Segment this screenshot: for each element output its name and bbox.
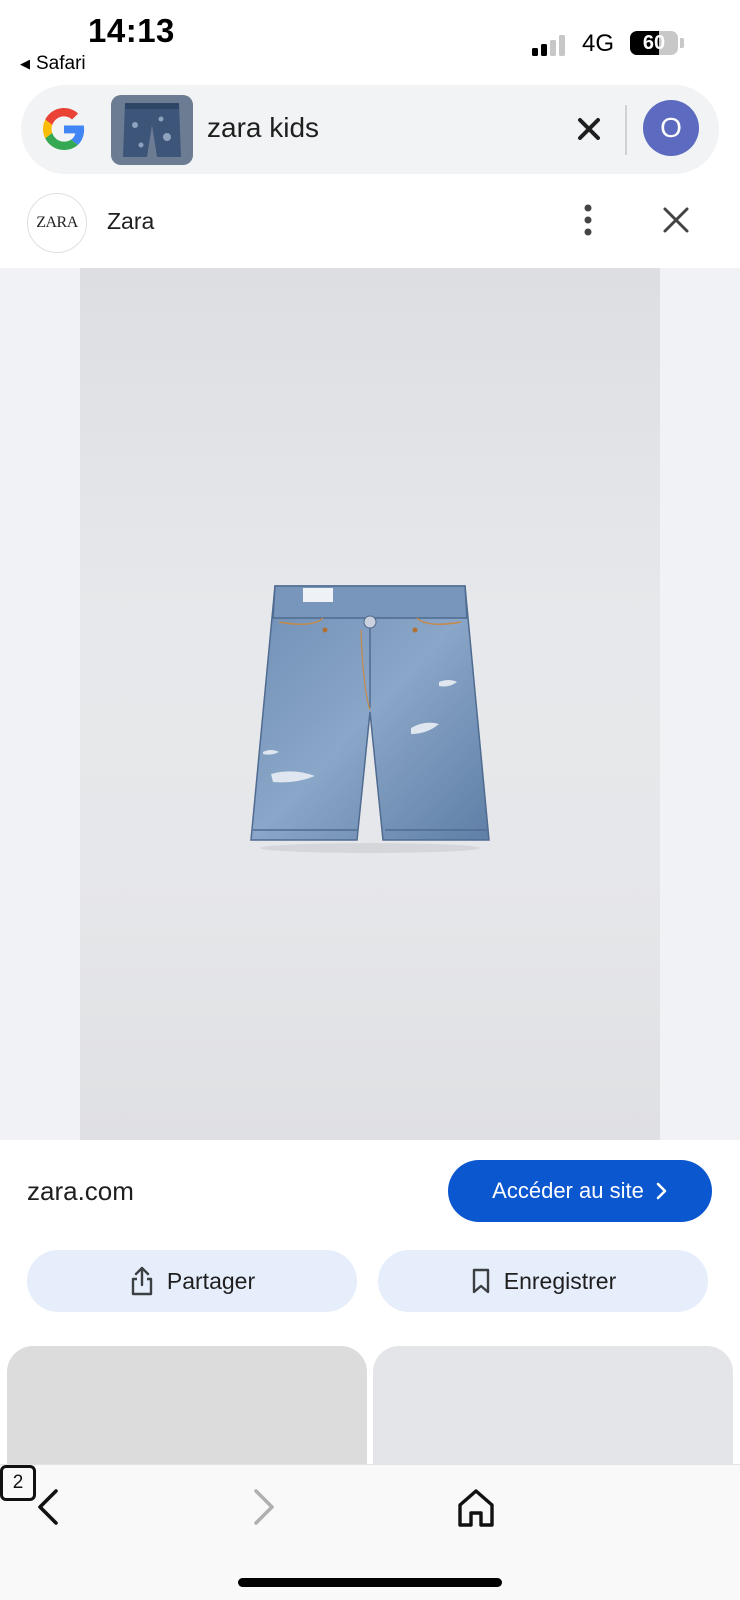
bookmark-icon xyxy=(472,1268,489,1294)
google-logo-icon[interactable] xyxy=(43,108,85,150)
back-to-app-link[interactable]: ◀ Safari xyxy=(20,53,86,75)
result-domain[interactable]: zara.com xyxy=(27,1176,134,1207)
back-triangle-icon: ◀ xyxy=(20,56,30,71)
clear-search-icon[interactable] xyxy=(571,111,607,147)
status-time: 14:13 xyxy=(88,12,175,49)
visit-site-label: Accéder au site xyxy=(492,1178,644,1203)
forward-icon[interactable] xyxy=(238,1483,286,1531)
share-label: Partager xyxy=(166,1267,256,1294)
home-indicator xyxy=(238,1578,502,1587)
related-result-thumbnail[interactable] xyxy=(373,1346,733,1472)
denim-shorts-image xyxy=(250,585,490,853)
search-query-text[interactable]: zara kids xyxy=(207,112,319,144)
search-image-thumbnail[interactable] xyxy=(111,95,193,165)
visit-site-button[interactable]: Accéder au site xyxy=(448,1160,712,1222)
more-options-icon[interactable] xyxy=(578,202,598,238)
battery-tip xyxy=(680,38,684,48)
shorts-thumbnail-image xyxy=(123,103,181,157)
back-icon[interactable] xyxy=(26,1483,74,1531)
battery-percent: 60 xyxy=(642,32,666,54)
chevron-right-icon xyxy=(656,1182,667,1200)
battery-icon: 60 xyxy=(630,31,678,55)
close-icon[interactable] xyxy=(658,202,694,238)
source-header: ZARA Zara xyxy=(0,188,740,268)
save-label: Enregistrer xyxy=(503,1267,617,1294)
related-result-thumbnail[interactable] xyxy=(7,1346,367,1472)
network-type: 4G xyxy=(582,30,615,57)
search-bar[interactable]: zara kids O xyxy=(21,85,719,174)
save-button[interactable]: Enregistrer xyxy=(378,1250,708,1312)
home-icon[interactable] xyxy=(452,1483,500,1531)
source-name[interactable]: Zara xyxy=(107,208,154,235)
account-avatar[interactable]: O xyxy=(643,100,699,156)
source-logo[interactable]: ZARA xyxy=(27,193,87,253)
search-divider xyxy=(625,105,627,155)
share-button[interactable]: Partager xyxy=(27,1250,357,1312)
signal-icon xyxy=(532,34,565,56)
status-bar: 14:13 ◀ Safari 4G 60 xyxy=(0,0,740,80)
browser-toolbar: 2 xyxy=(0,1464,740,1600)
product-image[interactable] xyxy=(80,268,660,1140)
back-app-label: Safari xyxy=(36,53,86,74)
image-viewer xyxy=(0,268,740,1140)
share-icon xyxy=(131,1266,153,1296)
